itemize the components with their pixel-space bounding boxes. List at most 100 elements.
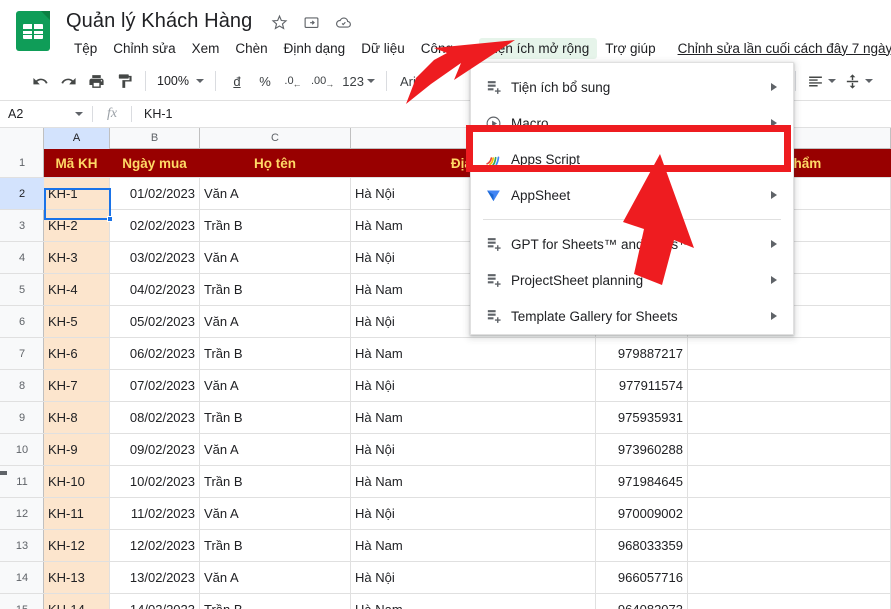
star-icon[interactable] [270, 14, 288, 32]
cell-ma-kh[interactable]: KH-13 [44, 562, 110, 593]
row-header-10[interactable]: 10 [0, 434, 44, 466]
cell-ma-kh[interactable]: KH-7 [44, 370, 110, 401]
cell-ma-kh[interactable]: KH-6 [44, 338, 110, 369]
cell-dia-chi[interactable]: Hà Nam [351, 338, 596, 369]
cell-ngay-mua[interactable]: 06/02/2023 [110, 338, 200, 369]
cell-ho-ten[interactable]: Trần B [200, 210, 351, 241]
menu-item-template-gallery-for-sheets[interactable]: Template Gallery for Sheets [471, 298, 793, 334]
cell-so-dien-thoai[interactable]: 975935931 [596, 402, 688, 433]
header-cell-ngay-mua[interactable]: Ngày mua [110, 149, 200, 177]
row-header-13[interactable]: 13 [0, 530, 44, 562]
cell-so-dien-thoai[interactable]: 979887217 [596, 338, 688, 369]
cell-so-dien-thoai[interactable]: 970009002 [596, 498, 688, 529]
row-header-14[interactable]: 14 [0, 562, 44, 594]
cell-so-dien-thoai[interactable]: 964082073 [596, 594, 688, 609]
cell-ma-kh[interactable]: KH-5 [44, 306, 110, 337]
cell-ho-ten[interactable]: Văn A [200, 306, 351, 337]
menu-tep[interactable]: Tệp [66, 38, 105, 59]
cell-so-dien-thoai[interactable]: 968033359 [596, 530, 688, 561]
cell-dia-chi[interactable]: Hà Nam [351, 466, 596, 497]
row-header-15[interactable]: 15 [0, 594, 44, 609]
column-header-b[interactable]: B [110, 128, 200, 149]
menu-item-gpt-for-sheets-and-docs[interactable]: GPT for Sheets™ and Docs™ [471, 226, 793, 262]
menu-du-lieu[interactable]: Dữ liệu [353, 38, 413, 59]
cell-ngay-mua[interactable]: 02/02/2023 [110, 210, 200, 241]
vertical-align-icon[interactable] [840, 67, 877, 95]
paint-format-icon[interactable] [110, 67, 138, 95]
cell-san-pham[interactable] [688, 562, 891, 593]
cell-ngay-mua[interactable]: 13/02/2023 [110, 562, 200, 593]
cell-ho-ten[interactable]: Trần B [200, 402, 351, 433]
chevron-down-icon[interactable] [75, 112, 83, 116]
cell-ho-ten[interactable]: Trần B [200, 594, 351, 609]
menu-dinh-dang[interactable]: Định dạng [276, 38, 354, 59]
cell-ho-ten[interactable]: Trần B [200, 530, 351, 561]
cell-ho-ten[interactable]: Trần B [200, 338, 351, 369]
cell-dia-chi[interactable]: Hà Nam [351, 530, 596, 561]
menu-tien-ich-mo-rong[interactable]: Tiện ích mở rộng [479, 37, 598, 59]
name-box[interactable]: A2 [0, 101, 92, 127]
row-header-3[interactable]: 3 [0, 210, 44, 242]
cell-ngay-mua[interactable]: 14/02/2023 [110, 594, 200, 609]
select-all-corner[interactable] [0, 128, 44, 149]
cell-ngay-mua[interactable]: 10/02/2023 [110, 466, 200, 497]
menu-tro-giup[interactable]: Trợ giúp [597, 38, 663, 59]
cell-ho-ten[interactable]: Văn A [200, 434, 351, 465]
cell-san-pham[interactable] [688, 370, 891, 401]
cell-ngay-mua[interactable]: 03/02/2023 [110, 242, 200, 273]
cloud-saved-icon[interactable] [334, 14, 352, 32]
cell-ma-kh[interactable]: KH-2 [44, 210, 110, 241]
cell-ho-ten[interactable]: Văn A [200, 178, 351, 209]
cell-san-pham[interactable] [688, 402, 891, 433]
currency-format-button[interactable]: đ [223, 67, 251, 95]
column-header-c[interactable]: C [200, 128, 351, 149]
menu-chen[interactable]: Chèn [227, 38, 275, 59]
menu-item-ti-n-ch-b-sung[interactable]: Tiện ích bổ sung [471, 69, 793, 105]
cell-dia-chi[interactable]: Hà Nội [351, 434, 596, 465]
row-header-8[interactable]: 8 [0, 370, 44, 402]
cell-ngay-mua[interactable]: 11/02/2023 [110, 498, 200, 529]
redo-icon[interactable] [54, 67, 82, 95]
cell-dia-chi[interactable]: Hà Nam [351, 402, 596, 433]
menu-item-appsheet[interactable]: AppSheet [471, 177, 793, 213]
cell-dia-chi[interactable]: Hà Nội [351, 498, 596, 529]
cell-ma-kh[interactable]: KH-14 [44, 594, 110, 609]
cell-san-pham[interactable] [688, 466, 891, 497]
cell-dia-chi[interactable]: Hà Nam [351, 594, 596, 609]
menu-xem[interactable]: Xem [184, 38, 228, 59]
cell-ngay-mua[interactable]: 09/02/2023 [110, 434, 200, 465]
menu-chinh-sua[interactable]: Chỉnh sửa [105, 38, 183, 59]
cell-dia-chi[interactable]: Hà Nội [351, 370, 596, 401]
move-to-folder-icon[interactable] [302, 14, 320, 32]
row-header-4[interactable]: 4 [0, 242, 44, 274]
zoom-level-selector[interactable]: 100% [153, 67, 208, 95]
row-header-9[interactable]: 9 [0, 402, 44, 434]
cell-ho-ten[interactable]: Văn A [200, 242, 351, 273]
cell-so-dien-thoai[interactable]: 971984645 [596, 466, 688, 497]
menu-item-macro[interactable]: Macro [471, 105, 793, 141]
frozen-row-divider-handle[interactable] [0, 471, 7, 475]
increase-decimal-button[interactable]: .00 → [307, 67, 338, 95]
font-family-selector[interactable]: Arial [394, 74, 432, 89]
cell-ma-kh[interactable]: KH-4 [44, 274, 110, 305]
row-header-1[interactable]: 1 [0, 149, 44, 178]
row-header-2[interactable]: 2 [0, 178, 44, 210]
cell-san-pham[interactable] [688, 434, 891, 465]
cell-so-dien-thoai[interactable]: 966057716 [596, 562, 688, 593]
cell-ma-kh[interactable]: KH-8 [44, 402, 110, 433]
cell-ngay-mua[interactable]: 01/02/2023 [110, 178, 200, 209]
align-left-icon[interactable] [803, 67, 840, 95]
cell-ngay-mua[interactable]: 12/02/2023 [110, 530, 200, 561]
cell-ma-kh[interactable]: KH-10 [44, 466, 110, 497]
menu-cong-cu[interactable]: Công cụ [413, 38, 479, 59]
cell-san-pham[interactable] [688, 498, 891, 529]
cell-san-pham[interactable] [688, 594, 891, 609]
cell-ma-kh[interactable]: KH-1 [44, 178, 110, 209]
cell-so-dien-thoai[interactable]: 977911574 [596, 370, 688, 401]
percent-format-button[interactable]: % [251, 67, 279, 95]
cell-ho-ten[interactable]: Văn A [200, 370, 351, 401]
cell-ho-ten[interactable]: Văn A [200, 498, 351, 529]
cell-ngay-mua[interactable]: 04/02/2023 [110, 274, 200, 305]
cell-ma-kh[interactable]: KH-9 [44, 434, 110, 465]
column-header-a[interactable]: A [44, 128, 110, 149]
